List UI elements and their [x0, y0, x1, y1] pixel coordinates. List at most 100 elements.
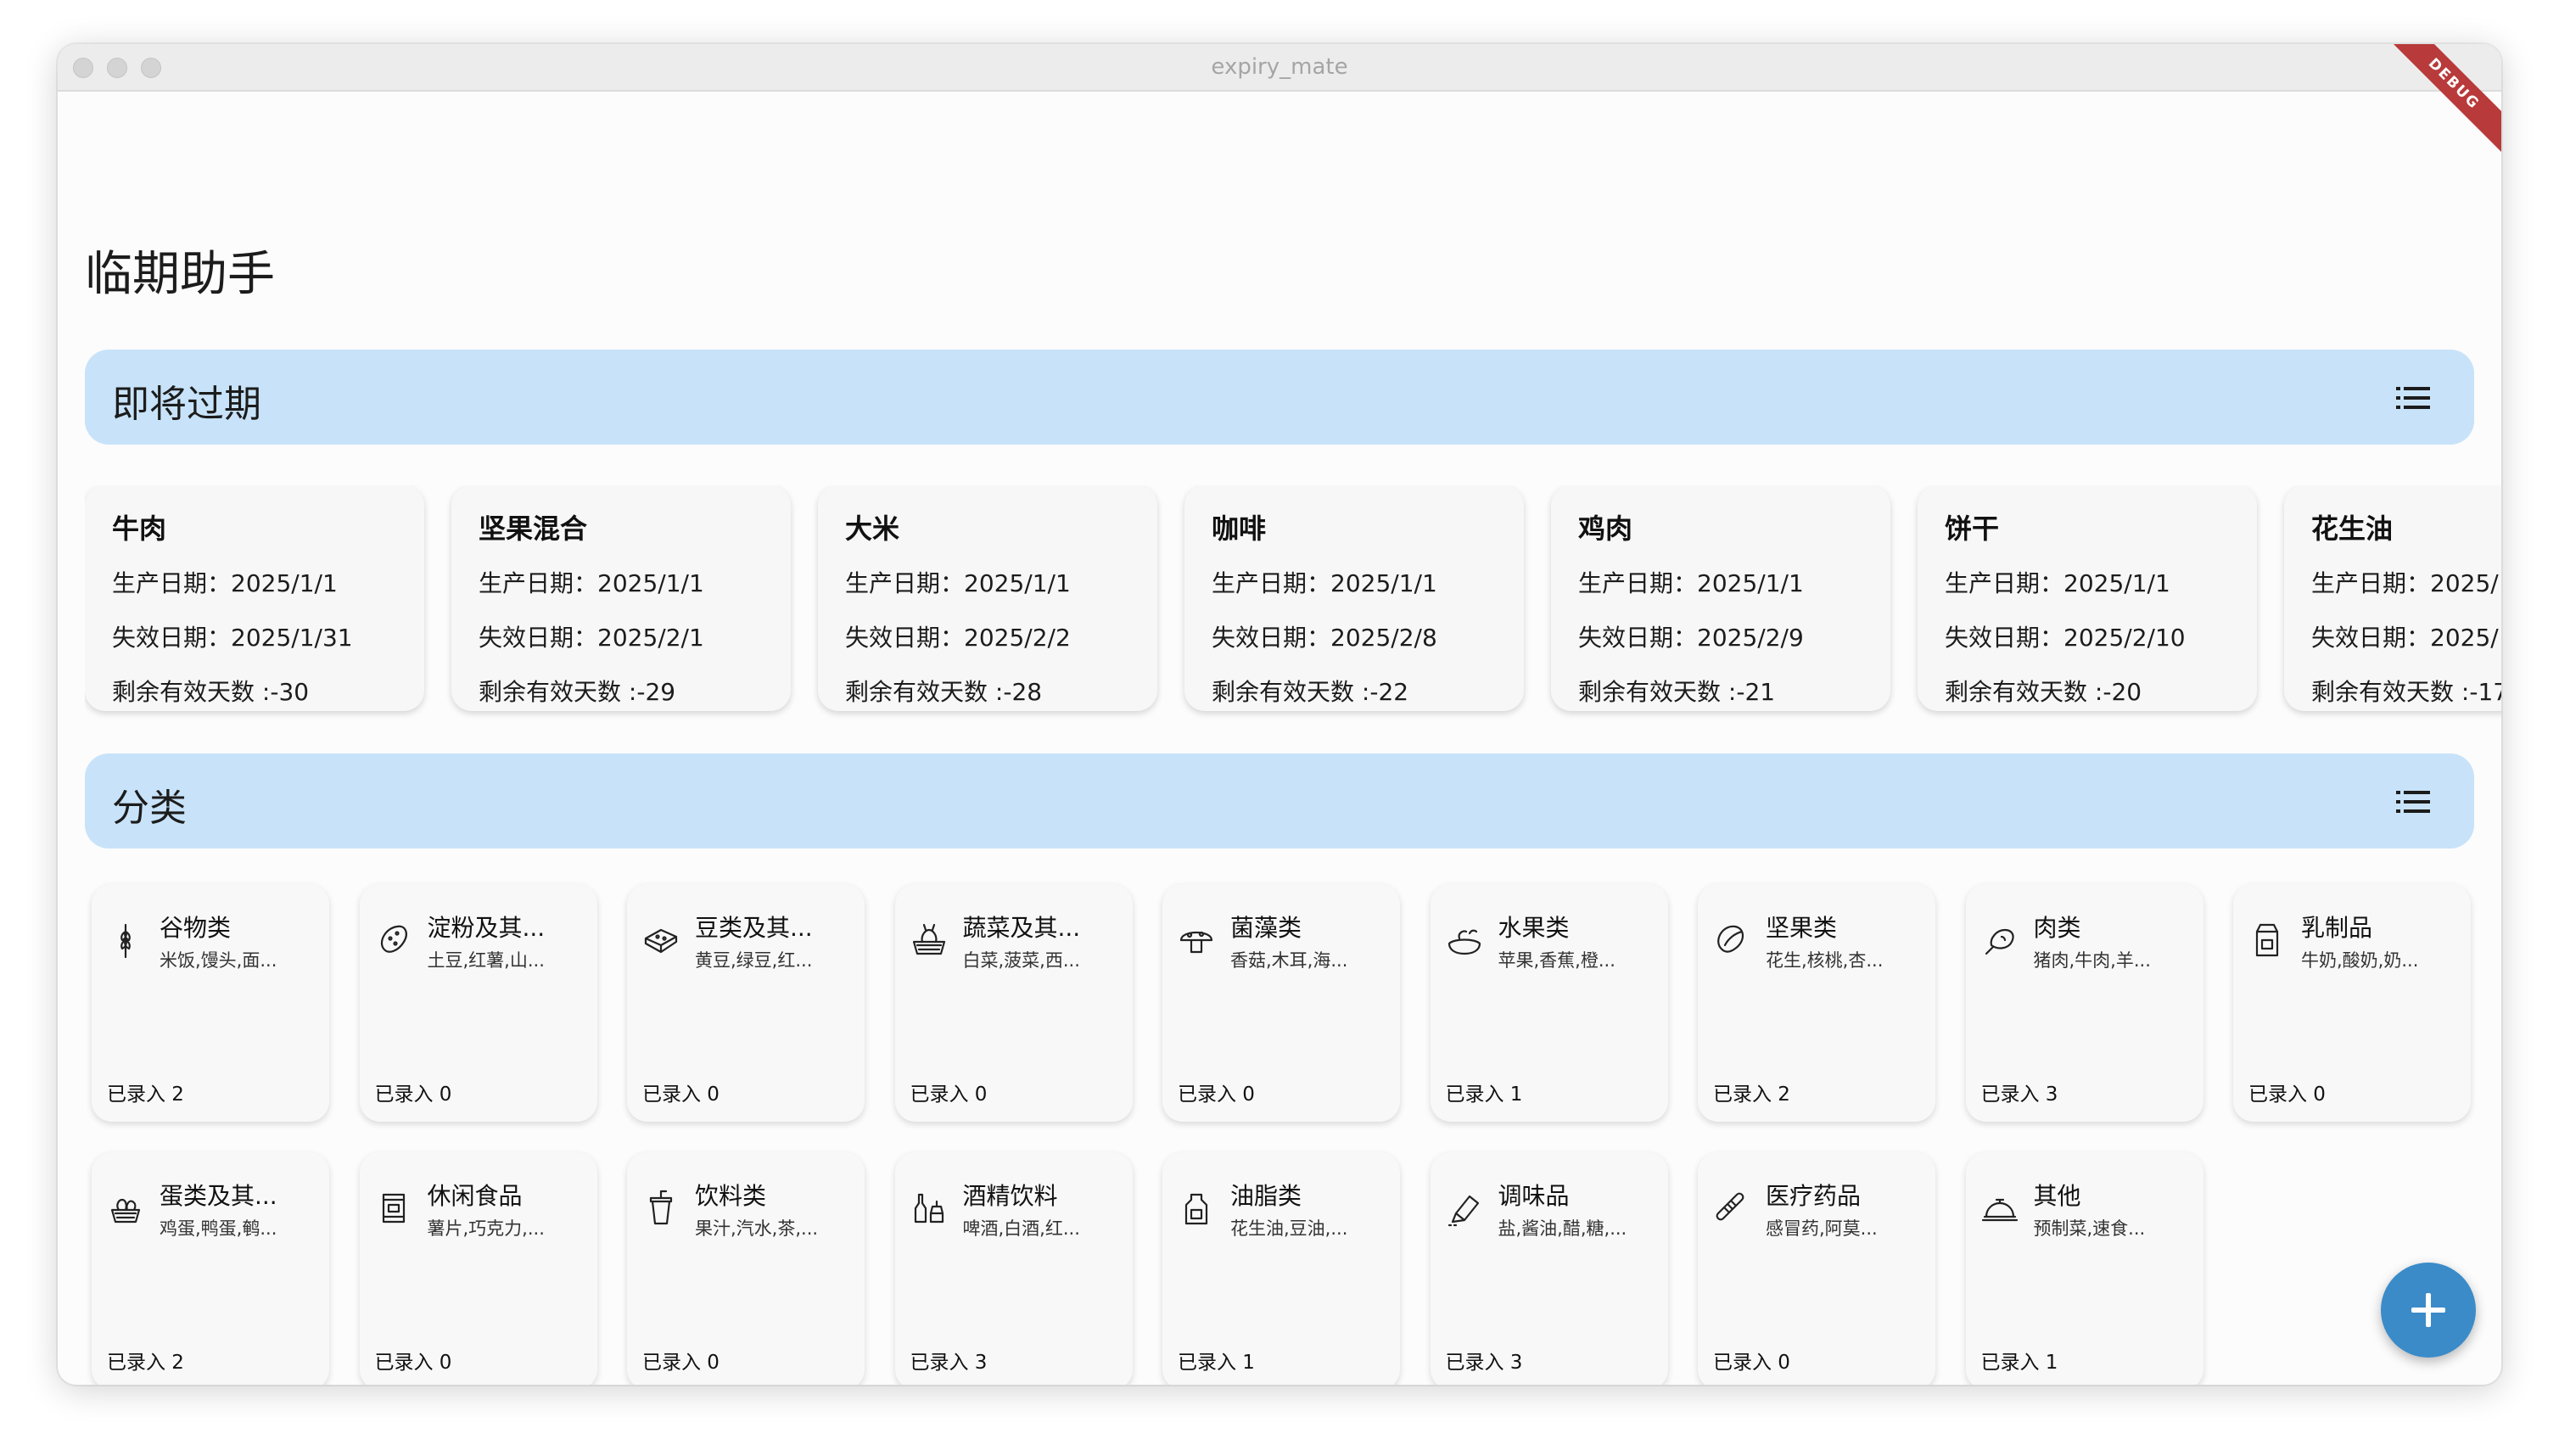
- category-description: 米饭,馒头,面...: [160, 950, 277, 971]
- category-name: 谷物类: [160, 914, 232, 942]
- expiry-date: 失效日期：2025/2/1: [479, 624, 704, 652]
- remaining-days: 剩余有效天数 :-17: [2311, 678, 2501, 706]
- category-name: 坚果类: [1766, 914, 1838, 942]
- category-count: 已录入 2: [1713, 1084, 1790, 1106]
- category-name: 肉类: [2033, 914, 2081, 942]
- category-description: 预制菜,速食...: [2033, 1218, 2146, 1239]
- remaining-days: 剩余有效天数 :-20: [1945, 678, 2142, 706]
- remaining-days: 剩余有效天数 :-21: [1578, 678, 1776, 706]
- category-name: 油脂类: [1230, 1182, 1302, 1210]
- expiring-section-title: 即将过期: [112, 383, 261, 426]
- category-name: 蔬菜及其...: [962, 914, 1081, 942]
- category-card[interactable]: 饮料类 果汁,汽水,茶,... 已录入 0: [627, 1152, 865, 1385]
- category-count: 已录入 1: [1178, 1352, 1255, 1374]
- expiry-date: 失效日期：2025/2/2: [845, 624, 1071, 652]
- category-description: 黄豆,绿豆,红...: [695, 950, 813, 971]
- category-count: 已录入 1: [1445, 1084, 1523, 1106]
- category-count: 已录入 2: [107, 1084, 184, 1106]
- egg-basket-icon: [110, 1198, 141, 1224]
- fruit-icon: [1447, 929, 1481, 955]
- plus-icon: [2411, 1293, 2445, 1327]
- category-name: 淀粉及其...: [427, 914, 546, 942]
- remaining-days: 剩余有效天数 :-29: [479, 678, 676, 706]
- category-name: 其他: [2033, 1182, 2081, 1210]
- category-count: 已录入 1: [1980, 1352, 2058, 1374]
- vegetable-basket-icon: [912, 923, 945, 955]
- category-count: 已录入 0: [1178, 1084, 1255, 1106]
- expiring-item-card[interactable]: 咖啡 生产日期：2025/1/1 失效日期：2025/2/8 剩余有效天数 :-22: [1184, 485, 1524, 711]
- expiring-item-name: 牛肉: [112, 512, 167, 545]
- drink-cup-icon: [649, 1190, 673, 1225]
- expiry-date: 失效日期：2025/: [2311, 624, 2499, 652]
- expiring-item-name: 大米: [845, 512, 900, 545]
- category-card[interactable]: 酒精饮料 啤酒,白酒,红... 已录入 3: [894, 1152, 1133, 1385]
- expiry-date: 失效日期：2025/2/10: [1945, 624, 2186, 652]
- category-description: 盐,酱油,醋,糖,...: [1498, 1218, 1627, 1239]
- production-date: 生产日期：2025/1/1: [1578, 569, 1804, 597]
- category-list-icon[interactable]: [2396, 789, 2430, 815]
- expiring-item-card[interactable]: 大米生产日期：2025/1/1 失效日期：2025/2/2 剩余有效天数 :-28: [818, 485, 1157, 711]
- category-name: 蛋类及其...: [160, 1182, 277, 1210]
- category-count: 已录入 0: [642, 1352, 720, 1374]
- expiring-item-card[interactable]: 鸡肉 生产日期：2025/1/1 失效日期：2025/2/9 剩余有效天数 :-21: [1551, 485, 1890, 711]
- category-count: 已录入 2: [107, 1352, 184, 1374]
- expiring-item-name: 饼干: [1945, 512, 2000, 545]
- category-description: 花生,核桃,杏...: [1766, 950, 1884, 971]
- milk-carton-icon: [2255, 923, 2279, 957]
- remaining-days: 剩余有效天数 :-28: [845, 678, 1043, 706]
- mushroom-icon: [1179, 931, 1213, 954]
- production-date: 生产日期：2025/1/1: [845, 569, 1071, 597]
- category-card[interactable]: 调味品盐,酱油,醋,糖,... 已录入 3: [1430, 1152, 1668, 1385]
- expiring-item-name: 花生油: [2311, 512, 2394, 545]
- category-card[interactable]: 医疗药品感冒药,阿莫... 已录入 0: [1698, 1152, 1935, 1385]
- expiring-item-card[interactable]: 坚果混合 生产日期：2025/1/1 失效日期：2025/2/1 剩余有效天数 :-2…: [451, 485, 791, 711]
- category-description: 薯片,巧克力,...: [427, 1218, 545, 1239]
- category-name: 休闲食品: [427, 1182, 523, 1210]
- oil-bottle-icon: [1184, 1193, 1208, 1225]
- category-card[interactable]: 淀粉及其... 土豆,红薯,山... 已录入 0: [359, 884, 597, 1122]
- category-description: 猪肉,牛肉,羊...: [2033, 950, 2151, 971]
- category-card[interactable]: 谷物类米饭,馒头,面... 已录入 2: [92, 884, 329, 1122]
- category-card[interactable]: 水果类 苹果,香蕉,橙... 已录入 1: [1430, 884, 1668, 1122]
- expiry-date: 失效日期：2025/2/8: [1212, 624, 1437, 652]
- category-count: 已录入 0: [910, 1084, 988, 1106]
- category-card[interactable]: 蛋类及其... 鸡蛋,鸭蛋,鹌... 已录入 2: [92, 1152, 329, 1385]
- category-card[interactable]: 休闲食品 薯片,巧克力,... 已录入 0: [359, 1152, 597, 1385]
- category-card[interactable]: 豆类及其... 黄豆,绿豆,红... 已录入 0: [627, 884, 865, 1122]
- category-card[interactable]: 油脂类 花生油,豆油,... 已录入 1: [1162, 1152, 1400, 1385]
- category-description: 牛奶,酸奶,奶...: [2301, 950, 2419, 971]
- production-date: 生产日期：2025/1/1: [112, 569, 338, 597]
- category-count: 已录入 3: [1445, 1352, 1523, 1374]
- food-cloche-icon: [1981, 1198, 2018, 1222]
- remaining-days: 剩余有效天数 :-22: [1212, 678, 1409, 706]
- category-name: 菌藻类: [1230, 914, 1302, 942]
- add-item-button[interactable]: [2381, 1263, 2476, 1358]
- app-window: expiry_mate DEBUG 临期助手 即将过期 牛肉 生产日期：2025/…: [58, 44, 2501, 1385]
- category-count: 已录入 0: [1713, 1352, 1790, 1374]
- category-description: 感冒药,阿莫...: [1766, 1218, 1878, 1239]
- expiry-date: 失效日期：2025/1/31: [112, 624, 353, 652]
- category-card[interactable]: 坚果类花生,核桃,杏... 已录入 2: [1698, 884, 1935, 1122]
- expiring-item-card[interactable]: 饼干生产日期：2025/1/1 失效日期：2025/2/10 剩余有效天数 :-20: [1918, 485, 2257, 711]
- category-description: 啤酒,白酒,红...: [962, 1218, 1080, 1239]
- category-count: 已录入 0: [2248, 1084, 2326, 1106]
- expiring-item-name: 咖啡: [1212, 512, 1267, 545]
- expiring-items-row: 牛肉 生产日期：2025/1/1 失效日期：2025/1/31 剩余有效天数 :-30…: [85, 485, 2501, 757]
- category-card[interactable]: 菌藻类香菇,木耳,海... 已录入 0: [1162, 884, 1400, 1122]
- expiring-item-card[interactable]: 花生油 生产日期：2025/失效日期：2025/剩余有效天数 :-17: [2284, 485, 2501, 711]
- production-date: 生产日期：2025/1/1: [479, 569, 704, 597]
- expiring-item-card[interactable]: 牛肉 生产日期：2025/1/1 失效日期：2025/1/31 剩余有效天数 :-30: [85, 485, 424, 711]
- category-card[interactable]: 肉类 猪肉,牛肉,羊... 已录入 3: [1965, 884, 2203, 1122]
- category-name: 调味品: [1498, 1182, 1570, 1210]
- category-card[interactable]: 其他预制菜,速食... 已录入 1: [1965, 1152, 2203, 1385]
- potato-icon: [380, 925, 407, 953]
- category-description: 香菇,木耳,海...: [1230, 950, 1348, 971]
- category-card[interactable]: 蔬菜及其... 白菜,菠菜,西... 已录入 0: [894, 884, 1133, 1122]
- category-description: 土豆,红薯,山...: [427, 950, 545, 971]
- category-name: 乳制品: [2301, 914, 2373, 942]
- expiring-list-icon[interactable]: [2396, 385, 2430, 411]
- category-name: 医疗药品: [1766, 1182, 1862, 1210]
- production-date: 生产日期：2025/1/1: [1945, 569, 2170, 597]
- nut-icon: [1717, 925, 1744, 953]
- category-card[interactable]: 乳制品牛奶,酸奶,奶... 已录入 0: [2233, 884, 2471, 1122]
